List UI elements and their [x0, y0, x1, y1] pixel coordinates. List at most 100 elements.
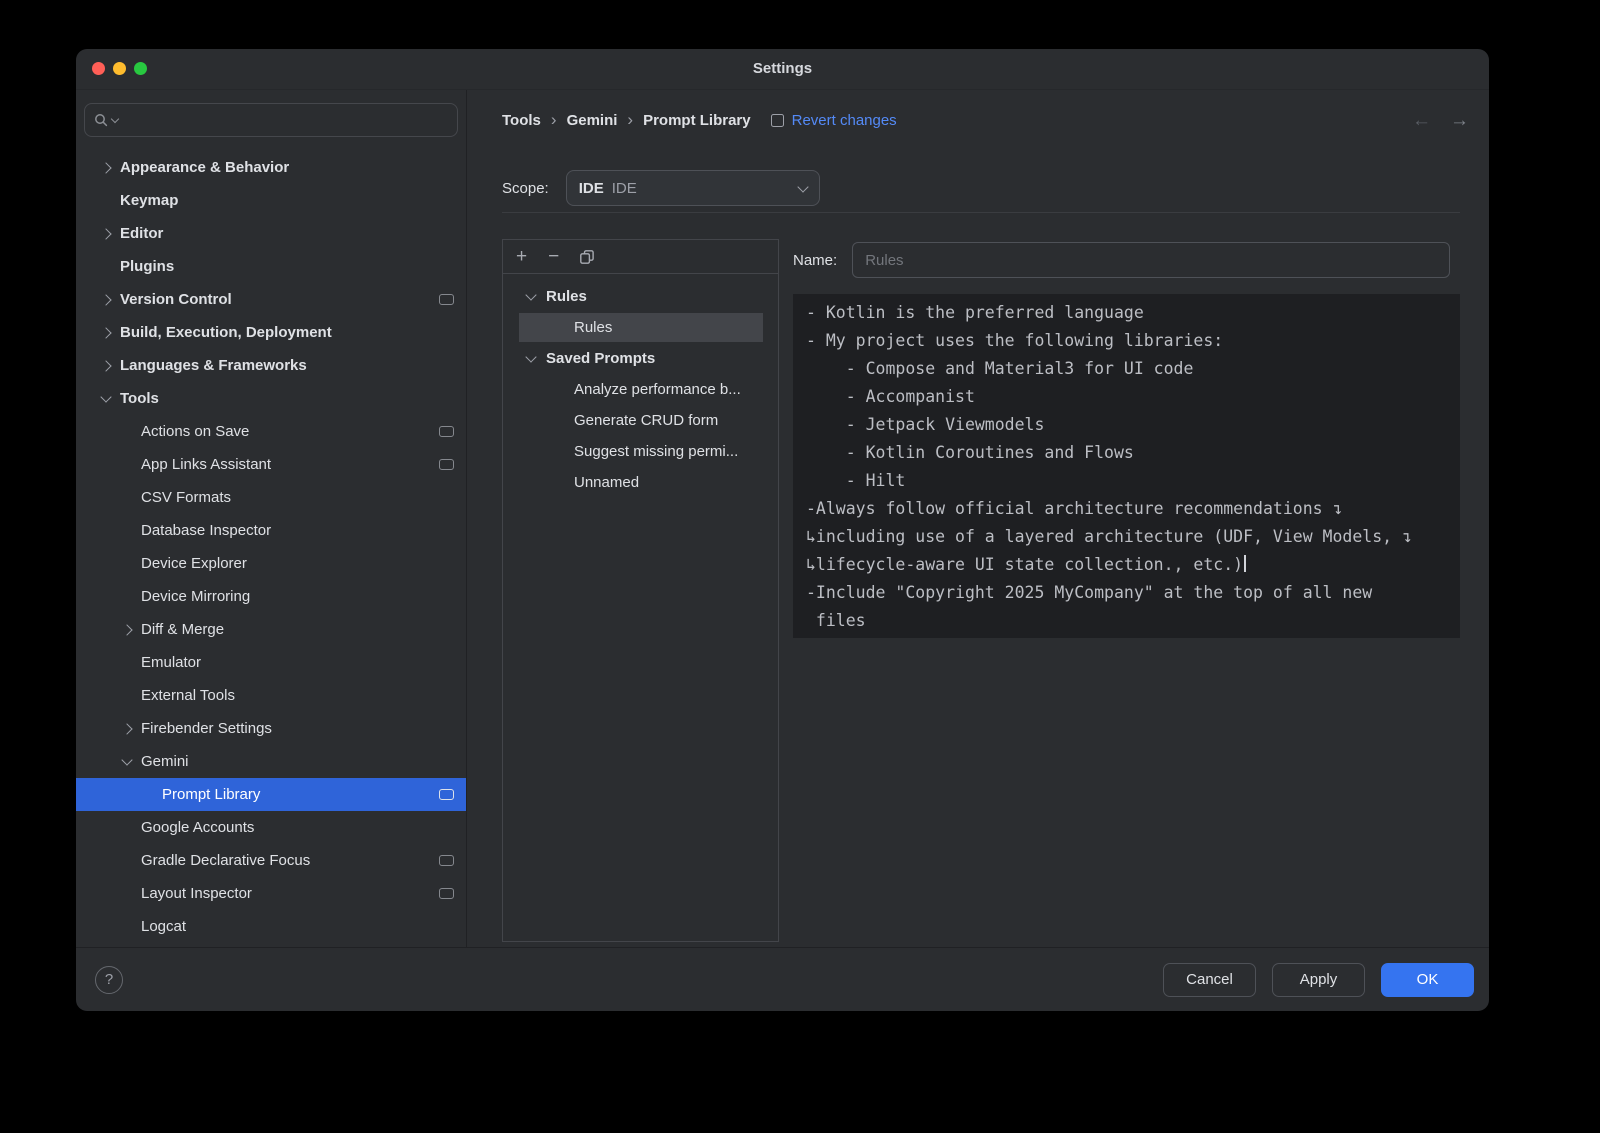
sidebar-item-gemini[interactable]: Gemini	[76, 745, 466, 778]
chevron-right-icon[interactable]	[98, 329, 114, 337]
add-icon[interactable]: +	[516, 247, 527, 266]
sidebar-item-plugins[interactable]: Plugins	[76, 250, 466, 283]
chevron-right-icon[interactable]	[119, 725, 135, 733]
prompt-item-generate-crud-form[interactable]: Generate CRUD form	[503, 405, 778, 436]
chevron-right-icon[interactable]	[98, 230, 114, 238]
prompt-group-saved-prompts[interactable]: Saved Prompts	[503, 343, 778, 374]
sidebar-item-languages-frameworks[interactable]: Languages & Frameworks	[76, 349, 466, 382]
sidebar-item-tools[interactable]: Tools	[76, 382, 466, 415]
sidebar-item-diff-merge[interactable]: Diff & Merge	[76, 613, 466, 646]
screen-config-icon	[439, 459, 454, 470]
breadcrumb-item-prompt-library[interactable]: Prompt Library	[643, 112, 751, 129]
sidebar-item-csv-formats[interactable]: CSV Formats	[76, 481, 466, 514]
header-row: Tools › Gemini › Prompt Library Revert chang…	[502, 102, 1469, 138]
breadcrumb-separator: ›	[627, 110, 633, 130]
editor-line: - Compose and Material3 for UI code	[806, 355, 1460, 383]
editor-line: - Kotlin is the preferred language	[806, 299, 1460, 327]
sidebar-item-google-accounts[interactable]: Google Accounts	[76, 811, 466, 844]
editor-line: -Include "Copyright 2025 MyCompany" at t…	[806, 579, 1460, 607]
sidebar-search-input[interactable]	[122, 111, 448, 130]
breadcrumb-item-gemini[interactable]: Gemini	[567, 112, 618, 129]
apply-button[interactable]: Apply	[1272, 963, 1365, 997]
minimize-button[interactable]	[113, 62, 126, 75]
chevron-right-icon[interactable]	[98, 362, 114, 370]
screen-config-icon	[439, 855, 454, 866]
sidebar-item-label: Actions on Save	[141, 423, 249, 440]
sidebar-item-device-mirroring[interactable]: Device Mirroring	[76, 580, 466, 613]
sidebar-item-label: Plugins	[120, 258, 174, 275]
chevron-down-icon[interactable]	[523, 356, 539, 361]
revert-changes-button[interactable]: Revert changes	[771, 112, 897, 129]
scope-value-prefix: IDE	[579, 180, 604, 197]
sidebar-item-version-control[interactable]: Version Control	[76, 283, 466, 316]
forward-arrow-icon[interactable]: →	[1450, 111, 1469, 130]
sidebar-item-label: Database Inspector	[141, 522, 271, 539]
chevron-down-icon[interactable]	[119, 759, 135, 764]
sidebar-search[interactable]	[84, 103, 458, 137]
sidebar-item-actions-on-save[interactable]: Actions on Save	[76, 415, 466, 448]
sidebar-item-database-inspector[interactable]: Database Inspector	[76, 514, 466, 547]
breadcrumb: Tools › Gemini › Prompt Library	[502, 110, 751, 130]
sidebar-item-firebender-settings[interactable]: Firebender Settings	[76, 712, 466, 745]
sidebar-item-build-execution-deployment[interactable]: Build, Execution, Deployment	[76, 316, 466, 349]
sidebar-item-label: Google Accounts	[141, 819, 254, 836]
sidebar-item-device-explorer[interactable]: Device Explorer	[76, 547, 466, 580]
prompt-item-suggest-missing-permi[interactable]: Suggest missing permi...	[503, 436, 778, 467]
chevron-right-icon[interactable]	[98, 296, 114, 304]
chevron-right-icon[interactable]	[98, 164, 114, 172]
prompt-item-unnamed[interactable]: Unnamed	[503, 467, 778, 498]
chevron-down-icon	[797, 181, 808, 192]
screen-config-icon	[439, 789, 454, 800]
chevron-down-icon[interactable]	[98, 396, 114, 401]
editor-line: files	[806, 607, 1460, 635]
sidebar-item-keymap[interactable]: Keymap	[76, 184, 466, 217]
chevron-right-icon[interactable]	[119, 626, 135, 634]
sidebar-item-label: Appearance & Behavior	[120, 159, 289, 176]
sidebar-item-editor[interactable]: Editor	[76, 217, 466, 250]
prompt-label: Generate CRUD form	[574, 412, 718, 429]
ok-button[interactable]: OK	[1381, 963, 1474, 997]
title-bar: Settings	[76, 49, 1489, 90]
remove-icon[interactable]: −	[548, 247, 559, 266]
sidebar-item-label: Keymap	[120, 192, 178, 209]
scope-select[interactable]: IDE IDE	[566, 170, 820, 206]
sidebar-item-label: Firebender Settings	[141, 720, 272, 737]
history-nav: ← →	[1412, 111, 1469, 130]
prompt-name-input[interactable]	[852, 242, 1450, 278]
editor-line: - Hilt	[806, 467, 1460, 495]
traffic-lights	[92, 62, 147, 75]
prompt-label: Analyze performance b...	[574, 381, 741, 398]
cancel-button[interactable]: Cancel	[1163, 963, 1256, 997]
sidebar-item-label: Tools	[120, 390, 159, 407]
sidebar-item-layout-inspector[interactable]: Layout Inspector	[76, 877, 466, 910]
close-button[interactable]	[92, 62, 105, 75]
chevron-down-icon[interactable]	[523, 294, 539, 299]
prompt-item-analyze-performance-b[interactable]: Analyze performance b...	[503, 374, 778, 405]
sidebar-item-label: Device Mirroring	[141, 588, 250, 605]
prompt-label: Saved Prompts	[546, 350, 655, 367]
dialog-body: Appearance & Behavior Keymap Editor Plugins…	[76, 90, 1489, 947]
sidebar-item-label: Prompt Library	[162, 786, 260, 803]
sidebar-item-app-links-assistant[interactable]: App Links Assistant	[76, 448, 466, 481]
back-arrow-icon[interactable]: ←	[1412, 111, 1431, 130]
sidebar-item-appearance-behavior[interactable]: Appearance & Behavior	[76, 151, 466, 184]
breadcrumb-item-tools[interactable]: Tools	[502, 112, 541, 129]
copy-icon[interactable]	[580, 250, 594, 264]
sidebar-item-logcat[interactable]: Logcat	[76, 910, 466, 943]
search-icon	[94, 113, 108, 127]
sidebar-item-label: Gemini	[141, 753, 189, 770]
sidebar-item-emulator[interactable]: Emulator	[76, 646, 466, 679]
sidebar-item-external-tools[interactable]: External Tools	[76, 679, 466, 712]
screen-config-icon	[439, 294, 454, 305]
prompt-item-rules[interactable]: Rules	[503, 312, 778, 343]
search-history-chevron-icon[interactable]	[111, 115, 119, 123]
breadcrumb-separator: ›	[551, 110, 557, 130]
editor-line: - Jetpack Viewmodels	[806, 411, 1460, 439]
sidebar-item-gradle-declarative-focus[interactable]: Gradle Declarative Focus	[76, 844, 466, 877]
sidebar-item-prompt-library[interactable]: Prompt Library	[76, 778, 466, 811]
prompt-group-rules[interactable]: Rules	[503, 281, 778, 312]
screen-config-icon	[439, 888, 454, 899]
help-button[interactable]: ?	[95, 966, 123, 994]
zoom-button[interactable]	[134, 62, 147, 75]
prompt-editor[interactable]: - Kotlin is the preferred language- My p…	[793, 294, 1460, 638]
